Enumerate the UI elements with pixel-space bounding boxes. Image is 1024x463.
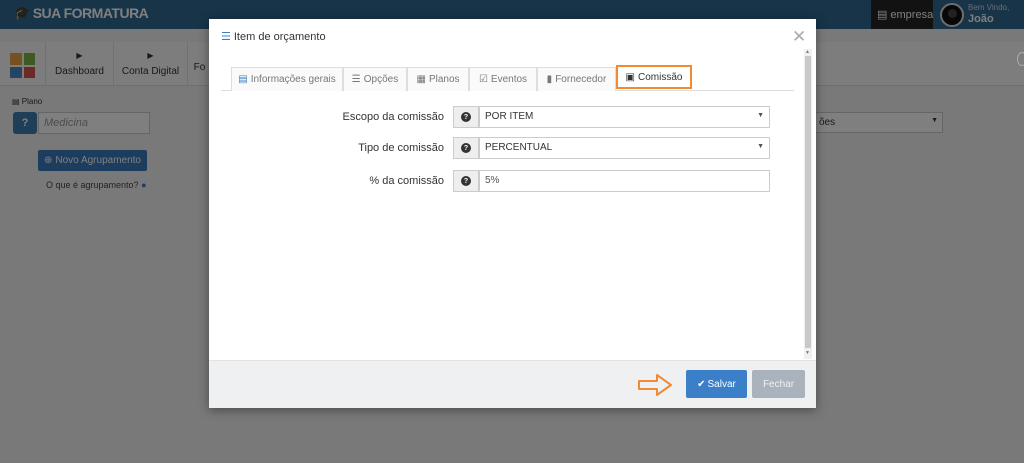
scroll-up-icon[interactable]: ▲ (805, 49, 810, 55)
modal-scrollbar[interactable]: ▲ ▼ (804, 49, 812, 359)
modal-title: ☰ Item de orçamento (221, 30, 326, 44)
commission-percent-row: % da comissão ? 5% (209, 170, 816, 192)
commission-scope-row: Escopo da comissão ? POR ITEM ▼ (209, 106, 816, 128)
save-button[interactable]: ✔ Salvar (686, 370, 747, 398)
modal-footer: ✔ Salvar Fechar (209, 360, 816, 408)
caret-down-icon: ▼ (757, 112, 764, 119)
calculator-icon: ▦ (416, 74, 426, 85)
budget-item-modal: ☰ Item de orçamento ✕ ▲ ▼ ▤ Informações … (209, 19, 816, 408)
tab-opcoes[interactable]: ☰ Opções (343, 67, 407, 91)
help-icon[interactable]: ? (453, 106, 479, 128)
commission-scope-select[interactable]: POR ITEM ▼ (479, 106, 770, 128)
list-icon: ☰ (351, 74, 361, 85)
commission-percent-input[interactable]: 5% (479, 170, 770, 192)
document-icon: ▤ (238, 74, 248, 85)
modal-tabs: ▤ Informações gerais ☰ Opções ▦ Planos ☑… (221, 65, 794, 91)
scroll-down-icon[interactable]: ▼ (805, 350, 810, 356)
scroll-thumb[interactable] (805, 56, 811, 348)
commission-type-select[interactable]: PERCENTUAL ▼ (479, 137, 770, 159)
check-icon: ✔ (697, 378, 706, 390)
tab-planos[interactable]: ▦ Planos (407, 67, 469, 91)
modal-header: ☰ Item de orçamento ✕ (209, 19, 816, 59)
list-icon: ☰ (221, 31, 231, 43)
tab-eventos[interactable]: ☑ Eventos (469, 67, 537, 91)
calendar-check-icon: ☑ (478, 74, 488, 85)
tab-fornecedor[interactable]: ▮ Fornecedor (537, 67, 616, 91)
tab-comissao[interactable]: ▣ Comissão (616, 65, 692, 89)
edge-control (1017, 52, 1024, 66)
caret-down-icon: ▼ (757, 143, 764, 150)
arrow-right-icon (638, 374, 672, 396)
building-icon: ▮ (546, 74, 553, 85)
help-icon[interactable]: ? (453, 137, 479, 159)
close-icon[interactable]: ✕ (792, 28, 806, 45)
commission-type-row: Tipo de comissão ? PERCENTUAL ▼ (209, 137, 816, 159)
commission-scope-label: Escopo da comissão (342, 111, 445, 123)
help-icon[interactable]: ? (453, 170, 479, 192)
money-icon: ▣ (625, 71, 635, 83)
commission-type-label: Tipo de comissão (358, 142, 444, 154)
commission-percent-label: % da comissão (369, 175, 444, 187)
close-button[interactable]: Fechar (752, 370, 805, 398)
tab-informacoes-gerais[interactable]: ▤ Informações gerais (231, 67, 343, 91)
